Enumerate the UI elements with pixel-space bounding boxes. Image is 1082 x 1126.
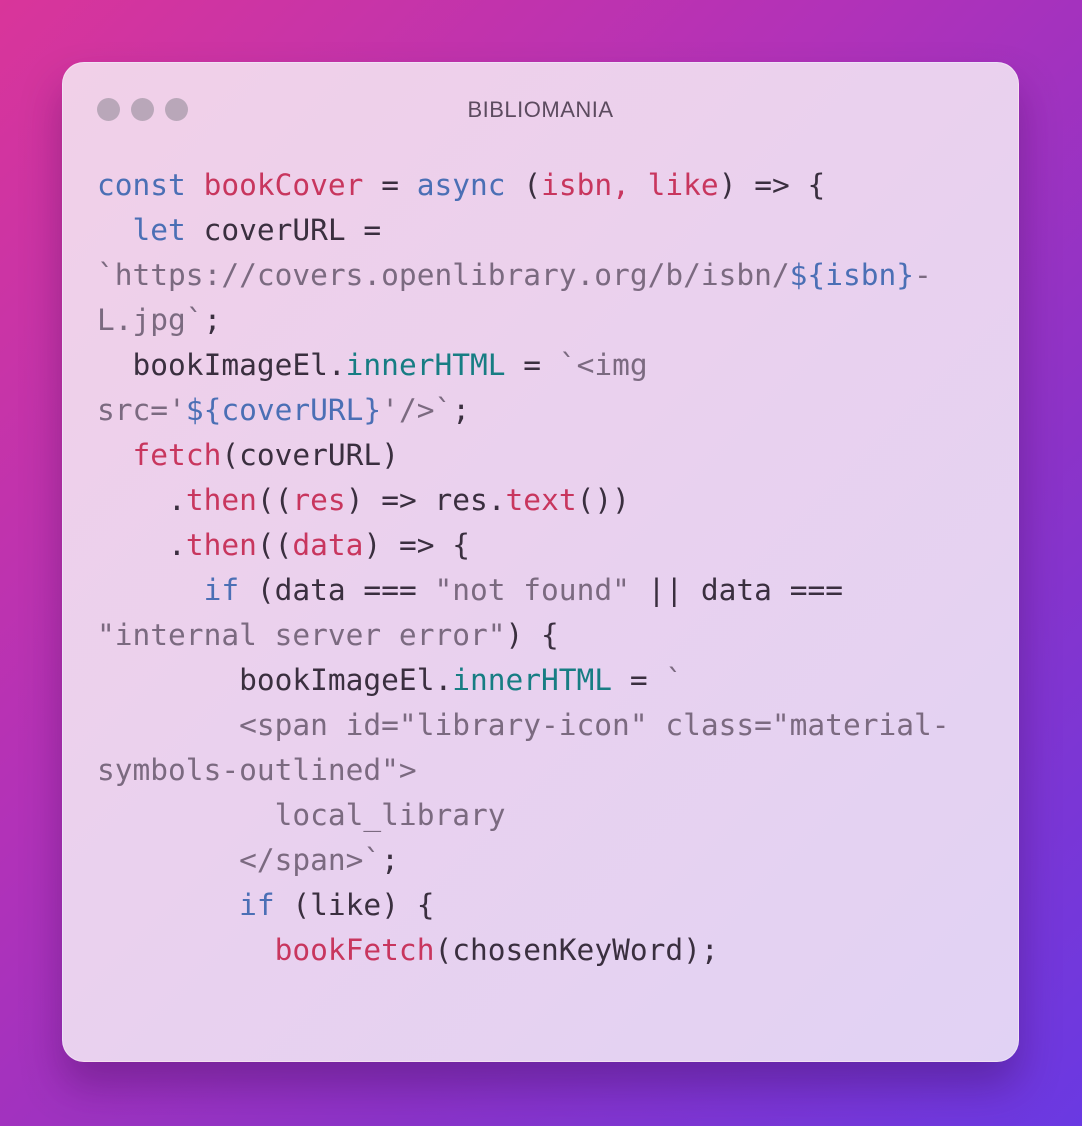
code-token: isbn, like <box>541 168 719 202</box>
code-token: ${coverURL} <box>185 393 382 427</box>
code-line: src='${coverURL}'/>`; <box>97 388 950 433</box>
code-token: const <box>97 168 204 202</box>
code-line: symbols-outlined"> <box>97 748 950 793</box>
code-line: local_library <box>97 793 950 838</box>
window-title: BIBLIOMANIA <box>467 97 614 122</box>
code-token: = <box>363 168 417 202</box>
code-token: then <box>185 483 257 517</box>
code-line: bookImageEl.innerHTML = `<img <box>97 343 950 388</box>
code-token: (( <box>256 528 293 562</box>
code-token: coverURL = <box>203 213 382 247</box>
code-token: . <box>97 528 186 562</box>
code-token: = <box>612 663 666 697</box>
code-token: `https://covers.openlibrary.org/b/isbn/ <box>97 258 790 292</box>
code-token: ( <box>523 168 542 202</box>
code-token: ; <box>203 303 222 337</box>
code-token: "internal server error" <box>97 618 506 652</box>
code-token: async <box>416 168 524 202</box>
code-line: L.jpg`; <box>97 298 950 343</box>
code-token: if <box>239 888 275 922</box>
code-token: innerHTML <box>345 348 506 382</box>
code-line: .then((res) => res.text()) <box>97 478 950 523</box>
code-token: if <box>203 573 240 607</box>
code-line: .then((data) => { <box>97 523 950 568</box>
code-token: || data === <box>629 573 843 607</box>
code-token: ) { <box>505 618 559 652</box>
code-token: bookImageEl. <box>97 663 453 697</box>
code-token: bookCover <box>203 168 364 202</box>
code-token: symbols-outlined"> <box>97 753 417 787</box>
code-line: </span>`; <box>97 838 950 883</box>
code-line: if (data === "not found" || data === <box>97 568 950 613</box>
code-line: const bookCover = async (isbn, like) => … <box>97 163 950 208</box>
code-line: `https://covers.openlibrary.org/b/isbn/$… <box>97 253 950 298</box>
code-token: bookFetch <box>274 933 435 967</box>
code-line: bookFetch(chosenKeyWord); <box>97 928 950 973</box>
code-token: innerHTML <box>452 663 613 697</box>
code-line: let coverURL = <box>97 208 950 253</box>
code-token: (like) { <box>274 888 435 922</box>
code-token: text <box>505 483 577 517</box>
code-token: (data === <box>239 573 435 607</box>
code-token: ()) <box>576 483 630 517</box>
window-titlebar: BIBLIOMANIA <box>63 63 1018 155</box>
code-token: '/>` <box>381 393 453 427</box>
code-token: ` <box>665 663 684 697</box>
code-token: ) => res. <box>345 483 506 517</box>
code-token: bookImageEl. <box>97 348 346 382</box>
code-line: <span id="library-icon" class="material- <box>97 703 950 748</box>
code-window: BIBLIOMANIA const bookCover = async (isb… <box>62 62 1019 1062</box>
code-token: (( <box>256 483 293 517</box>
code-line: "internal server error") { <box>97 613 950 658</box>
code-line: if (like) { <box>97 883 950 928</box>
code-token: (coverURL) <box>221 438 399 472</box>
code-token: let <box>132 213 204 247</box>
code-token: then <box>185 528 257 562</box>
code-token: src=' <box>97 393 186 427</box>
code-line: fetch(coverURL) <box>97 433 950 478</box>
code-token: data <box>292 528 364 562</box>
code-token: ; <box>381 843 399 877</box>
code-token: - <box>914 258 932 292</box>
code-token: L.jpg` <box>97 303 204 337</box>
code-token: (chosenKeyWord); <box>434 933 719 967</box>
code-block: const bookCover = async (isbn, like) => … <box>97 163 950 973</box>
code-line: bookImageEl.innerHTML = ` <box>97 658 950 703</box>
code-token: "not found" <box>434 573 630 607</box>
code-token: ${isbn} <box>789 258 914 292</box>
code-token: </span>` <box>97 843 382 877</box>
code-token: ) => { <box>363 528 471 562</box>
code-token: res <box>292 483 346 517</box>
code-token: . <box>97 483 186 517</box>
code-token: fetch <box>132 438 222 472</box>
code-token: <span id="library-icon" class="material- <box>97 708 950 742</box>
code-token: `<img <box>558 348 648 382</box>
code-token: = <box>505 348 559 382</box>
code-token: ) => { <box>718 168 826 202</box>
code-token: ; <box>452 393 470 427</box>
code-token: local_library <box>97 798 506 832</box>
